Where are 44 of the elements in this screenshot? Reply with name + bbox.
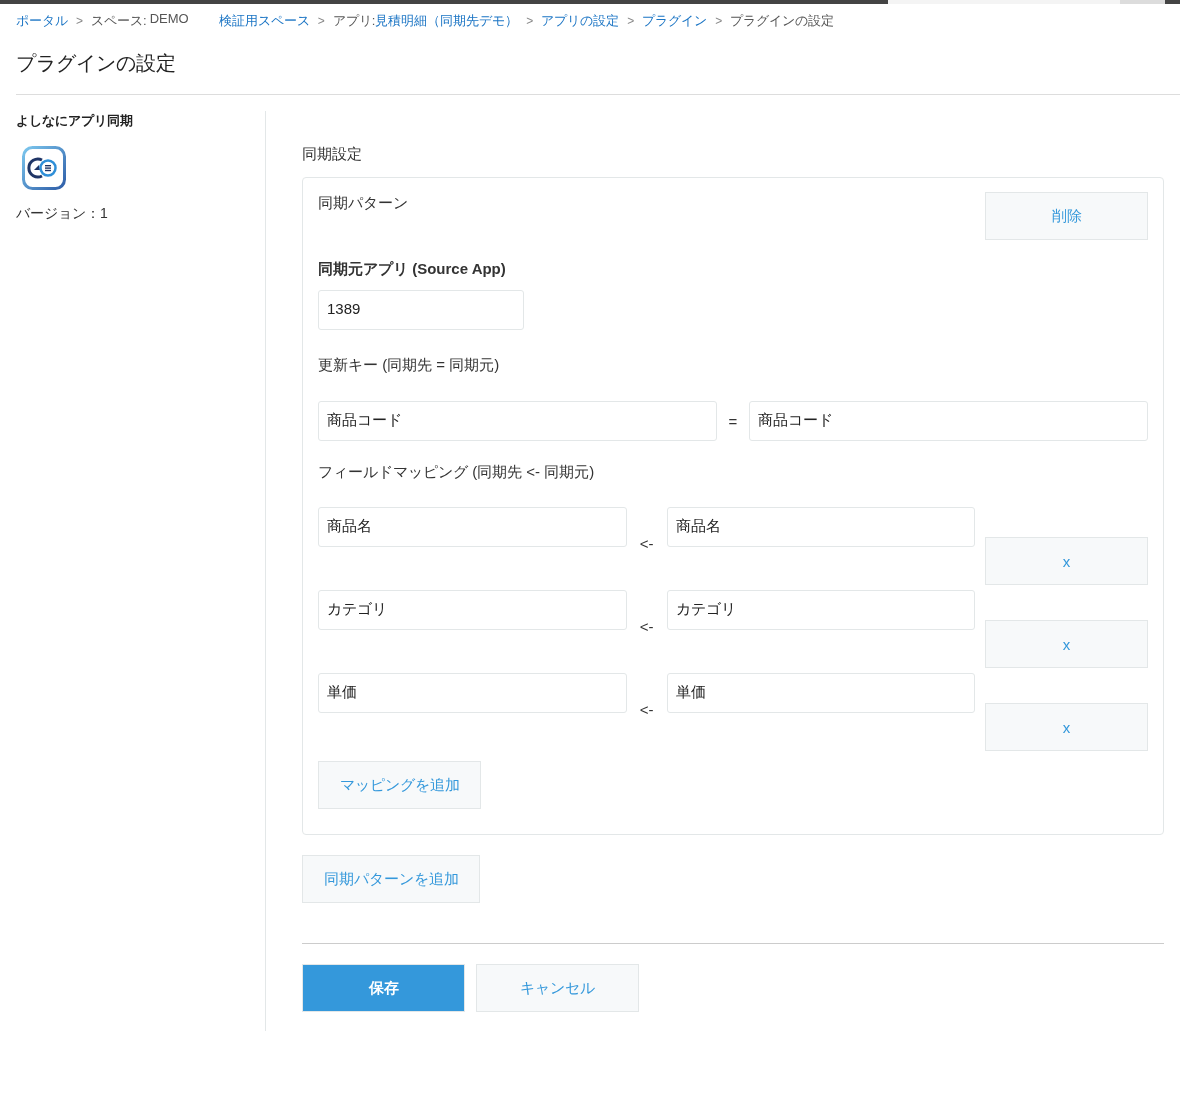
equals-sign: = bbox=[727, 412, 739, 430]
add-pattern-button[interactable]: 同期パターンを追加 bbox=[302, 855, 480, 903]
select-field[interactable]: 商品コード bbox=[318, 401, 717, 441]
breadcrumb-text: プラグインの設定 bbox=[730, 12, 835, 30]
plugin-version: バージョン：1 bbox=[16, 204, 109, 223]
select-field[interactable]: カテゴリ bbox=[666, 590, 976, 630]
remove-button[interactable]: x bbox=[985, 537, 1148, 585]
mapping-arrow: <- bbox=[638, 701, 655, 719]
breadcrumb-link[interactable]: ポータル bbox=[16, 12, 68, 30]
breadcrumb-text: スペース: bbox=[91, 12, 147, 30]
remove-button[interactable]: x bbox=[985, 620, 1148, 668]
field-label: 同期元アプリ (Source App) bbox=[318, 259, 506, 279]
plugin-logo-icon bbox=[22, 146, 66, 190]
select-field[interactable]: 単価 bbox=[318, 673, 627, 713]
section-title: 同期設定 bbox=[302, 144, 363, 164]
plugin-name: よしなにアプリ同期 bbox=[16, 112, 134, 130]
add-mapping-button[interactable]: マッピングを追加 bbox=[318, 761, 481, 809]
breadcrumb-separator: > bbox=[627, 13, 635, 30]
mapping-arrow: <- bbox=[638, 618, 655, 636]
breadcrumb-link[interactable]: 見積明細（同期先デモ） bbox=[375, 12, 519, 30]
remove-button[interactable]: x bbox=[985, 703, 1148, 751]
cancel-button[interactable]: キャンセル bbox=[476, 964, 639, 1012]
breadcrumb-link[interactable]: 検証用スペース bbox=[218, 12, 310, 30]
field-label: フィールドマッピング (同期先 <- 同期元) bbox=[318, 462, 595, 482]
select-field[interactable]: 商品コード bbox=[749, 401, 1148, 441]
select-field[interactable]: 単価 bbox=[666, 673, 976, 713]
page-title: プラグインの設定 bbox=[16, 32, 1180, 95]
breadcrumb-link[interactable]: アプリの設定 bbox=[541, 12, 620, 30]
select-field[interactable]: 商品名 bbox=[318, 507, 627, 547]
breadcrumb-separator: > bbox=[317, 13, 325, 30]
select-field[interactable]: 商品名 bbox=[666, 507, 976, 547]
breadcrumb-separator: > bbox=[526, 13, 534, 30]
space-name: DEMO bbox=[149, 10, 189, 28]
input-field[interactable]: 1389 bbox=[318, 290, 524, 330]
mapping-arrow: <- bbox=[638, 535, 655, 553]
select-field[interactable]: カテゴリ bbox=[318, 590, 627, 630]
pattern-title: 同期パターン bbox=[318, 193, 408, 213]
breadcrumb-separator: > bbox=[76, 13, 83, 30]
field-label: 更新キー (同期先 = 同期元) bbox=[318, 355, 500, 375]
delete-button[interactable]: 削除 bbox=[985, 192, 1148, 240]
breadcrumb-separator: > bbox=[715, 13, 723, 30]
breadcrumb-text: アプリ: bbox=[332, 12, 376, 30]
save-button[interactable]: 保存 bbox=[302, 964, 465, 1012]
breadcrumb-link[interactable]: プラグイン bbox=[642, 12, 708, 30]
